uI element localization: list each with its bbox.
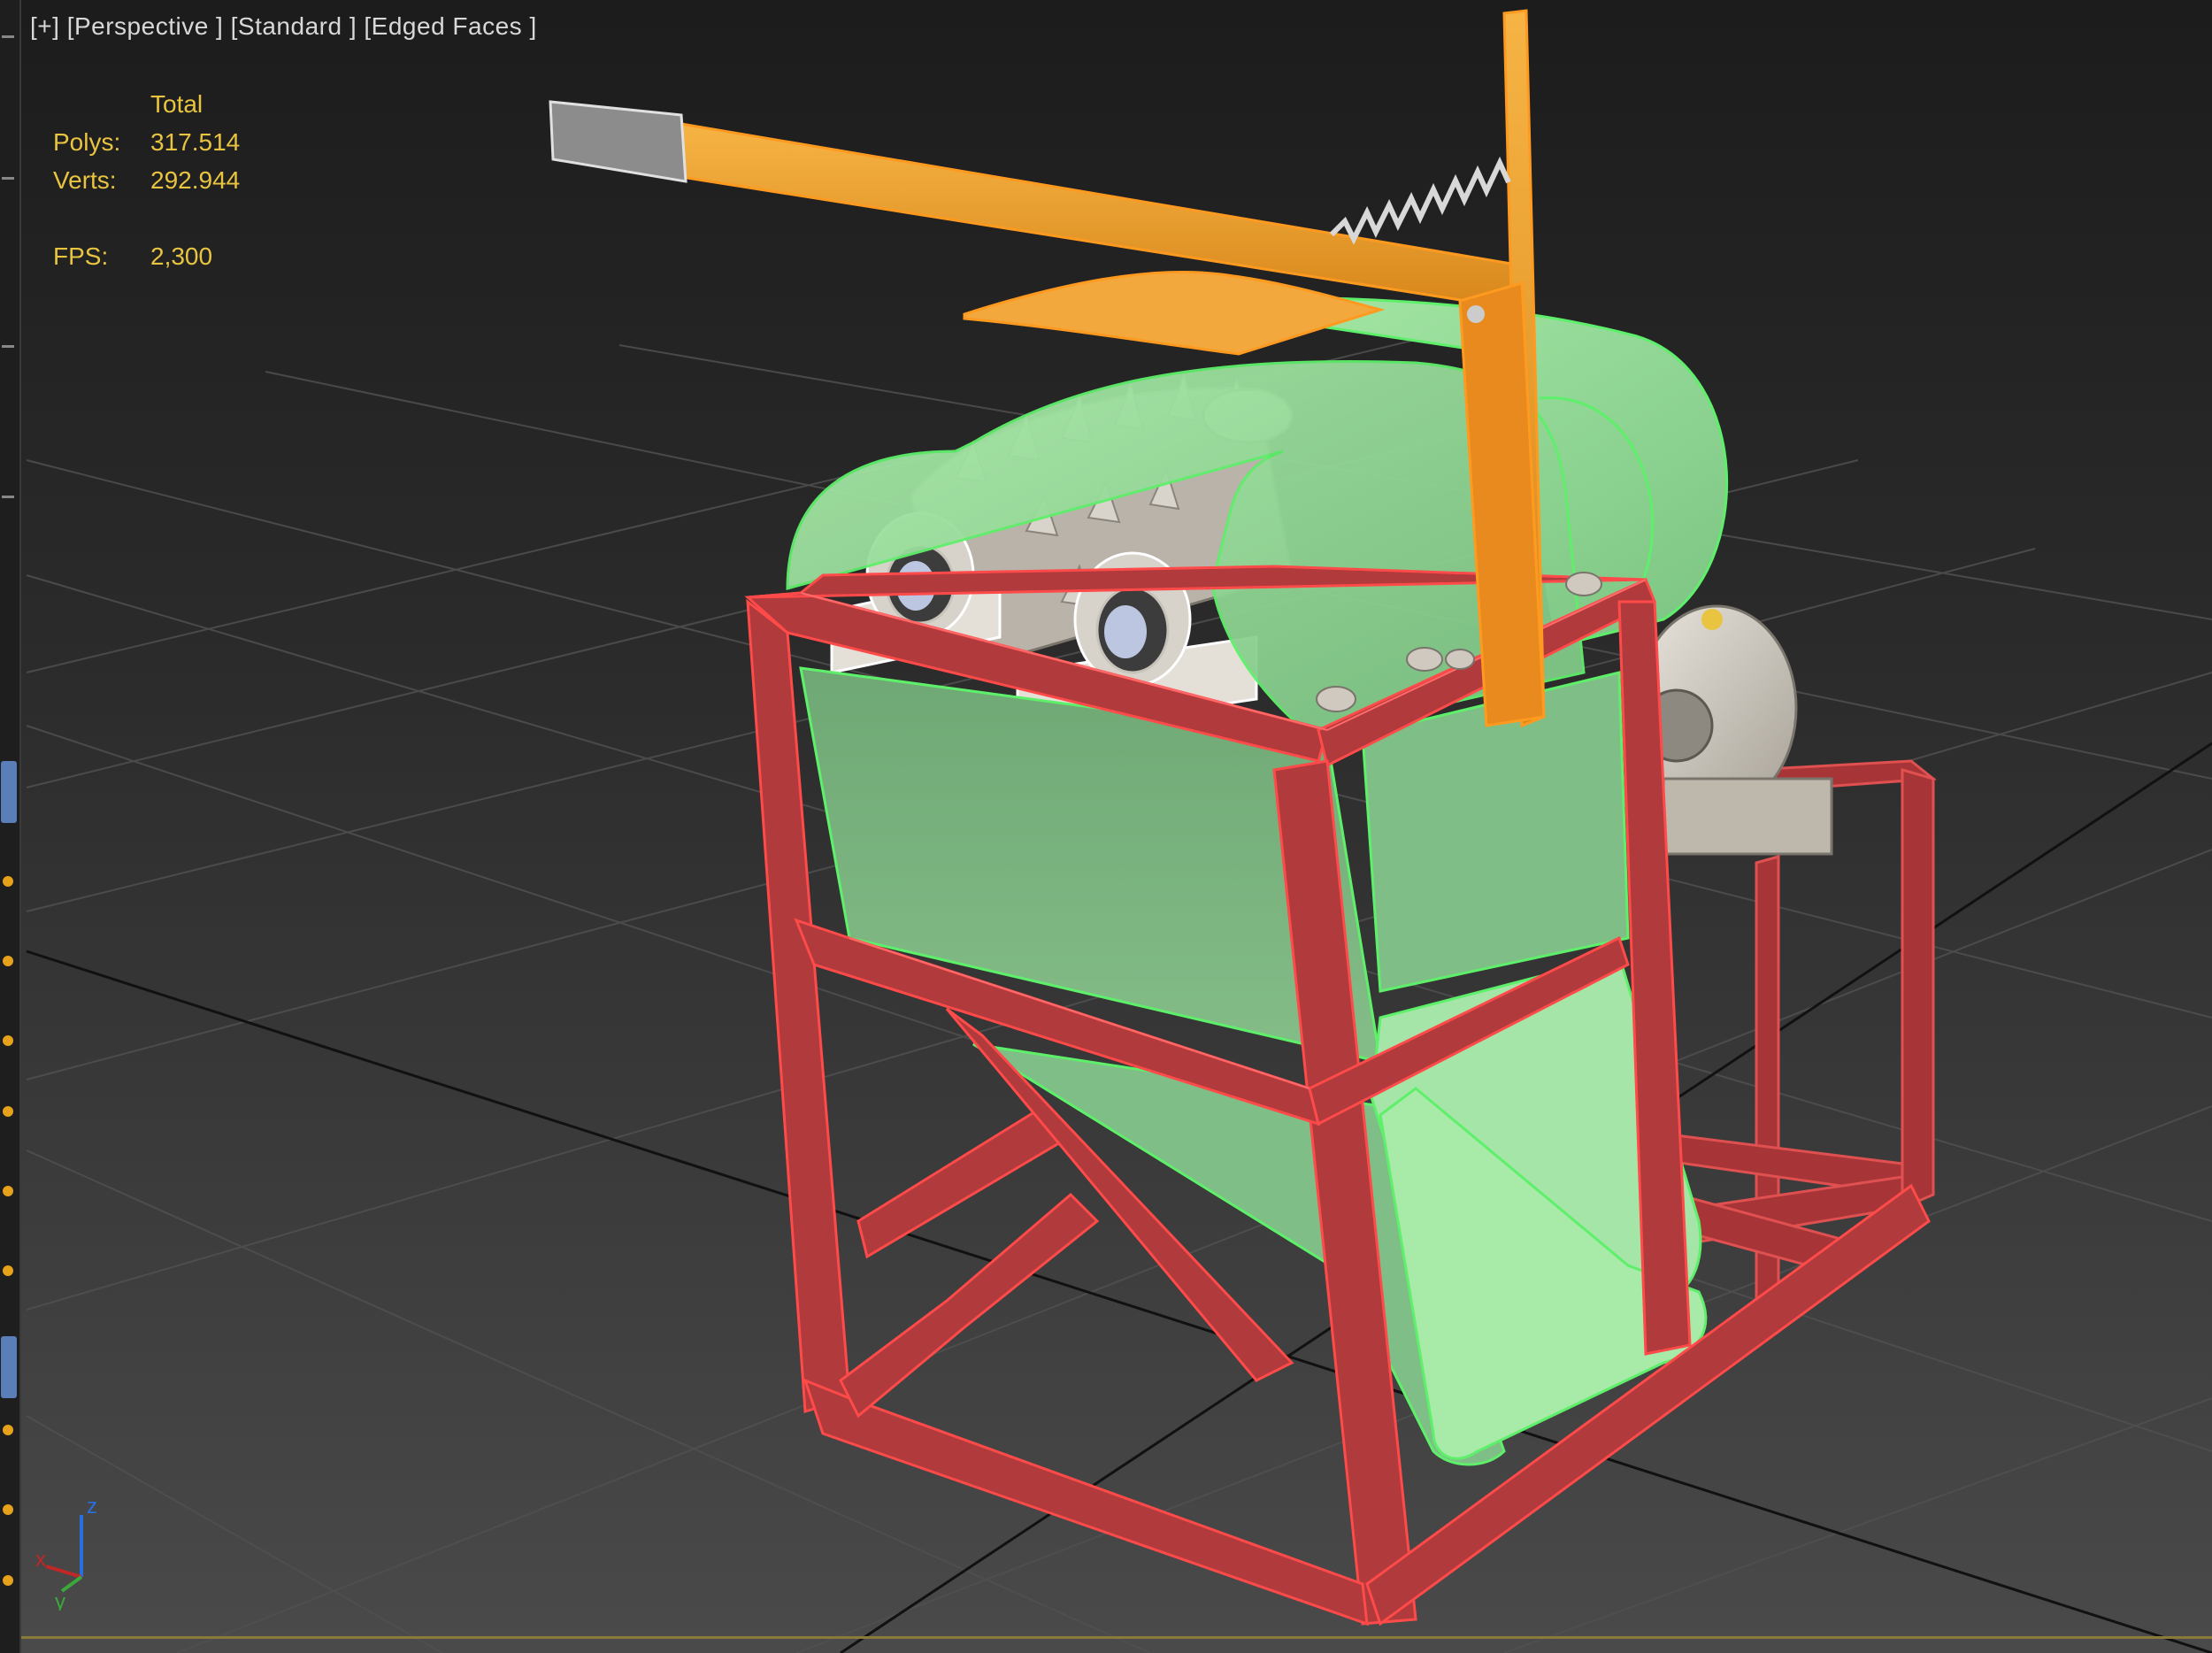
y-axis-label: y — [55, 1590, 65, 1611]
keyframe-dot[interactable] — [3, 1504, 13, 1515]
keyframe-dot[interactable] — [3, 1035, 13, 1046]
polys-value: 317.514 — [150, 128, 241, 156]
verts-value: 292.944 — [150, 166, 241, 194]
x-axis-label: x — [35, 1548, 46, 1572]
viewport-label-menu[interactable]: [+] [Perspective ] [Standard ] [Edged Fa… — [30, 12, 537, 41]
perspective-viewport[interactable]: [+] [Perspective ] [Standard ] [Edged Fa… — [0, 0, 2212, 1653]
strip-active-button[interactable] — [1, 761, 17, 823]
fps-label: FPS: — [53, 242, 109, 270]
x-axis-line — [45, 1565, 82, 1579]
viewport-plus-menu[interactable]: [+] — [30, 12, 59, 40]
fps-value: 2,300 — [150, 242, 213, 270]
keyframe-dot[interactable] — [3, 956, 13, 966]
polys-label: Polys: — [53, 128, 121, 156]
strip-tick — [2, 345, 14, 348]
keyframe-dot[interactable] — [3, 1106, 13, 1117]
keyframe-dot[interactable] — [3, 876, 13, 887]
verts-label: Verts: — [53, 166, 117, 194]
z-axis-label: z — [87, 1495, 97, 1518]
viewport-edges-menu[interactable]: [Edged Faces ] — [364, 12, 536, 40]
strip-tick — [2, 35, 14, 38]
keyframe-dot[interactable] — [3, 1575, 13, 1586]
strip-tick — [2, 496, 14, 498]
viewport-view-menu[interactable]: [Perspective ] — [67, 12, 224, 40]
axis-tripod-gizmo: z x y — [35, 1495, 97, 1611]
strip-tick — [2, 177, 14, 180]
keyframe-dot[interactable] — [3, 1425, 13, 1435]
keyframe-dot[interactable] — [3, 1186, 13, 1196]
viewport-shading-menu[interactable]: [Standard ] — [231, 12, 357, 40]
keyframe-dot[interactable] — [3, 1265, 13, 1276]
strip-active-button[interactable] — [1, 1336, 17, 1398]
scene-render[interactable] — [0, 0, 2212, 1653]
left-command-strip[interactable] — [0, 0, 21, 1653]
stats-header: Total — [150, 90, 204, 118]
y-axis-line — [60, 1575, 83, 1593]
